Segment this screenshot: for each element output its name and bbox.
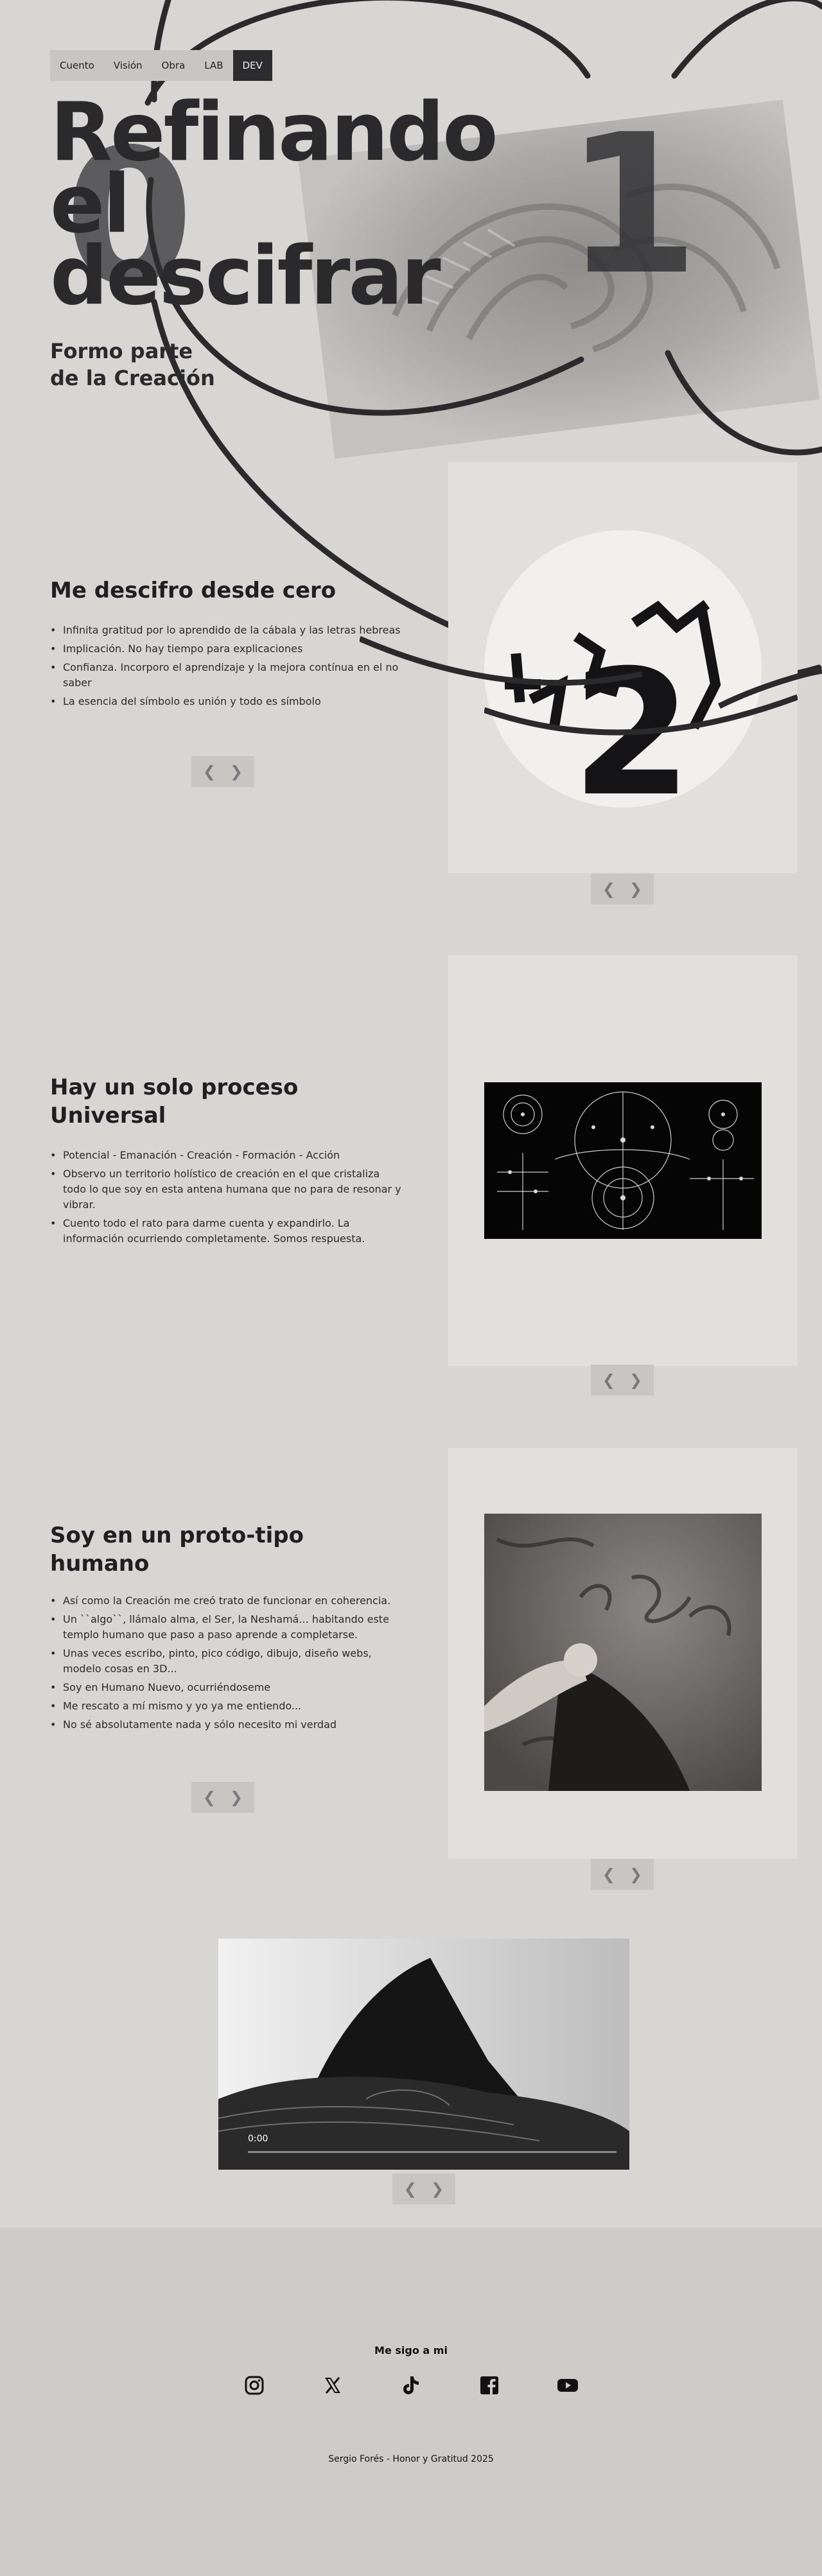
list-item: Unas veces escribo, pinto, pico código, … <box>50 1646 403 1677</box>
instagram-icon[interactable] <box>243 2374 266 2397</box>
list-item: Implicación. No hay tiempo para explicac… <box>50 641 403 657</box>
section-3-title-line: Soy en un proto-tipo <box>50 1523 304 1548</box>
section-1-overlay-arc <box>360 635 822 709</box>
next-arrow-icon[interactable]: ❯ <box>230 763 243 781</box>
list-item: Así como la Creación me creó trato de fu… <box>50 1593 403 1609</box>
section-3-title-line: humano <box>50 1551 150 1577</box>
tiktok-icon[interactable] <box>399 2374 423 2397</box>
video-progress-bar[interactable] <box>248 2151 616 2153</box>
section-3-text-arrows: ❮ ❯ <box>191 1782 254 1813</box>
prev-arrow-icon[interactable]: ❮ <box>602 1865 615 1883</box>
hero-title: Refinando el descifrar <box>50 92 498 323</box>
section-1-image-arrows: ❮ ❯ <box>591 874 654 904</box>
list-item: Potencial - Emanación - Creación - Forma… <box>50 1148 403 1163</box>
section-3-title: Soy en un proto-tipo humano <box>50 1521 304 1578</box>
list-item: La esencia del símbolo es unión y todo e… <box>50 694 403 709</box>
section-2-title: Hay un solo proceso Universal <box>50 1073 298 1130</box>
hero-subtitle: Formo parte de la Creación <box>50 338 215 392</box>
section-2-image <box>484 1082 762 1239</box>
nav-cuento[interactable]: Cuento <box>50 50 104 81</box>
list-item: Soy en Humano Nuevo, ocurriéndoseme <box>50 1680 403 1695</box>
x-icon[interactable] <box>321 2374 344 2397</box>
facebook-icon[interactable] <box>478 2374 501 2397</box>
nav-obra[interactable]: Obra <box>152 50 195 81</box>
prev-arrow-icon[interactable]: ❮ <box>203 1788 216 1806</box>
nav-lab[interactable]: LAB <box>195 50 232 81</box>
section-2-title-line: Hay un solo proceso <box>50 1075 299 1100</box>
nav-dev[interactable]: DEV <box>232 50 272 81</box>
section-3-card <box>448 1448 798 1859</box>
hero-title-line: descifrar <box>50 229 441 323</box>
list-item: Infinita gratitud por lo aprendido de la… <box>50 623 403 638</box>
list-item: Confianza. Incorporo el aprendizaje y la… <box>50 660 403 691</box>
video-time: 0:00 <box>248 2134 268 2144</box>
copyright: Sergio Forés - Honor y Gratitud 2025 <box>328 2454 494 2464</box>
next-arrow-icon[interactable]: ❯ <box>230 1788 243 1806</box>
prev-arrow-icon[interactable]: ❮ <box>404 2180 417 2198</box>
prev-arrow-icon[interactable]: ❮ <box>602 1371 615 1389</box>
section-3-image-arrows: ❮ ❯ <box>591 1859 654 1890</box>
list-item: Observo un territorio holístico de creac… <box>50 1166 403 1213</box>
next-arrow-icon[interactable]: ❯ <box>629 880 642 898</box>
section-2-title-line: Universal <box>50 1103 166 1128</box>
next-arrow-icon[interactable]: ❯ <box>629 1371 642 1389</box>
section-2-list: Potencial - Emanación - Creación - Forma… <box>50 1148 403 1250</box>
section-1-list: Infinita gratitud por lo aprendido de la… <box>50 623 403 713</box>
section-2-card <box>448 955 798 1366</box>
video-frame <box>218 1939 629 2170</box>
video-player[interactable]: 0:00 <box>218 1939 629 2170</box>
youtube-icon[interactable] <box>556 2374 579 2397</box>
list-item: No sé absolutamente nada y sólo necesito… <box>50 1717 403 1733</box>
video-arrows: ❮ ❯ <box>392 2174 455 2204</box>
social-links <box>0 2374 822 2397</box>
main-nav: Cuento Visión Obra LAB DEV <box>50 50 272 81</box>
hero-subtitle-line: de la Creación <box>50 366 215 390</box>
hero-digit-one: 1 <box>565 93 699 317</box>
section-1-text-arrows: ❮ ❯ <box>191 756 254 787</box>
nav-vision[interactable]: Visión <box>104 50 152 81</box>
prev-arrow-icon[interactable]: ❮ <box>203 763 216 781</box>
section-3-list: Así como la Creación me creó trato de fu… <box>50 1593 403 1736</box>
next-arrow-icon[interactable]: ❯ <box>629 1865 642 1883</box>
section-2-image-arrows: ❮ ❯ <box>591 1365 654 1396</box>
section-3-image <box>484 1514 762 1791</box>
page: Cuento Visión Obra LAB DEV 0 1 Refinando… <box>0 0 822 2576</box>
footer-title: Me sigo a mi <box>374 2344 448 2356</box>
hero-subtitle-line: Formo parte <box>50 339 193 363</box>
list-item: Me rescato a mí mismo y yo ya me entiend… <box>50 1699 403 1714</box>
prev-arrow-icon[interactable]: ❮ <box>602 880 615 898</box>
next-arrow-icon[interactable]: ❯ <box>431 2180 444 2198</box>
list-item: Un ``algo``, llámalo alma, el Ser, la Ne… <box>50 1612 403 1643</box>
list-item: Cuento todo el rato para darme cuenta y … <box>50 1216 403 1247</box>
section-1-title: Me descifro desde cero <box>50 578 337 603</box>
footer: Me sigo a mi Sergio Forés - Honor y Grat… <box>0 2227 822 2576</box>
